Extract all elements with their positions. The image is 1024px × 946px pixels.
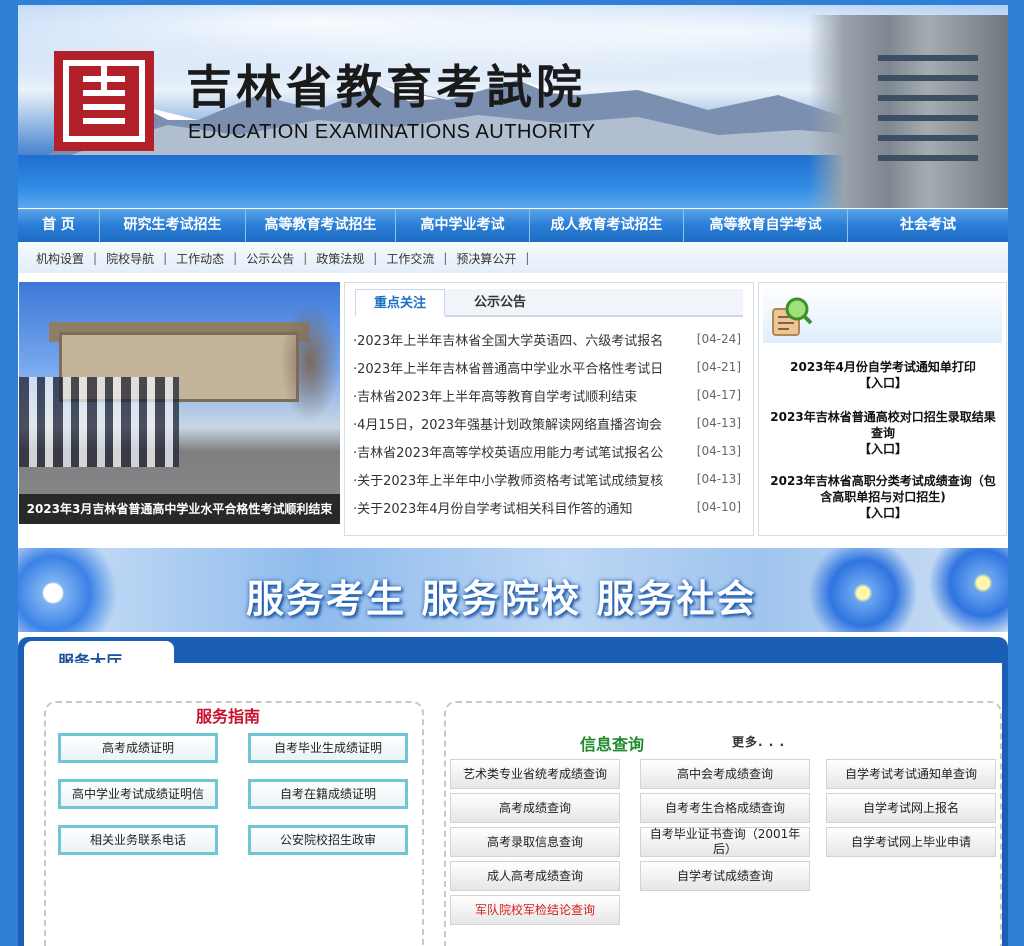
info-query-title: 信息查询 [580, 735, 645, 754]
subnav-item-org[interactable]: 机构设置 [36, 250, 84, 267]
news-tabs: 重点关注 公示公告 [355, 289, 743, 317]
subnav-separator: | [233, 251, 238, 265]
more-link[interactable]: 更多. . . [732, 733, 785, 750]
query-button[interactable]: 艺术类专业省统考成绩查询 [450, 759, 620, 789]
subnav-separator: | [93, 251, 98, 265]
site-title: 吉林省教育考試院 [186, 60, 586, 114]
nav-higher-ed-exam[interactable]: 高等教育考试招生 [246, 209, 396, 242]
seal-logo-icon[interactable] [54, 51, 154, 151]
service-guide-title: 服务指南 [196, 707, 261, 726]
guide-button[interactable]: 高中学业考试成绩证明信 [58, 779, 218, 809]
news-item[interactable]: ·4月15日，2023年强基计划政策解读网络直播咨询会 [04-13] [353, 409, 751, 437]
query-button[interactable]: 高考成绩查询 [450, 793, 620, 823]
nav-home[interactable]: 首 页 [18, 209, 100, 242]
query-button[interactable]: 自考考生合格成绩查询 [640, 793, 810, 823]
entry-link[interactable]: 【入口】 [765, 505, 1001, 521]
subnav-separator: | [303, 251, 308, 265]
entry-link[interactable]: 【入口】 [765, 441, 1001, 457]
news-item[interactable]: ·2023年上半年吉林省普通高中学业水平合格性考试日 [04-21] [353, 353, 751, 381]
nav-social-exam[interactable]: 社会考试 [848, 209, 1008, 242]
query-button[interactable]: 自学考试网上毕业申请 [826, 827, 996, 857]
flower-decoration [18, 548, 118, 632]
subnav-item-news[interactable]: 工作动态 [176, 250, 224, 267]
subnav-separator: | [525, 251, 530, 265]
subnav-separator: | [163, 251, 168, 265]
flower-decoration [928, 548, 1008, 632]
quick-link-item[interactable]: 2023年吉林省高职分类考试成绩查询（包含高职单招与对口招生) 【入口】 [765, 473, 1001, 521]
query-button[interactable]: 自学考试网上报名 [826, 793, 996, 823]
featured-photo[interactable]: 2023年3月吉林省普通高中学业水平合格性考试顺利结束 [19, 282, 340, 524]
news-list: ·2023年上半年吉林省全国大学英语四、六级考试报名 [04-24] ·2023年… [353, 325, 751, 521]
query-button[interactable]: 自考毕业证书查询（2001年后） [640, 827, 810, 857]
query-button[interactable]: 自学考试成绩查询 [640, 861, 810, 891]
news-item[interactable]: ·吉林省2023年上半年高等教育自学考试顺利结束 [04-17] [353, 381, 751, 409]
guide-button[interactable]: 自考毕业生成绩证明 [248, 733, 408, 763]
main-nav: 首 页 研究生考试招生 高等教育考试招生 高中学业考试 成人教育考试招生 高等教… [18, 209, 1008, 242]
subnav-item-policy[interactable]: 政策法规 [316, 250, 364, 267]
tab-notices[interactable]: 公示公告 [455, 289, 545, 317]
tab-focus[interactable]: 重点关注 [355, 289, 445, 317]
nav-high-school-exam[interactable]: 高中学业考试 [396, 209, 530, 242]
site-subtitle: EDUCATION EXAMINATIONS AUTHORITY [188, 121, 596, 143]
quick-links-header [763, 287, 1002, 343]
subnav-item-exchange[interactable]: 工作交流 [386, 250, 434, 267]
magnifier-document-icon [772, 297, 813, 336]
subnav-item-budget[interactable]: 预决算公开 [456, 250, 516, 267]
quick-link-item[interactable]: 2023年4月份自学考试通知单打印 【入口】 [765, 359, 1001, 391]
nav-adult-ed-exam[interactable]: 成人教育考试招生 [530, 209, 684, 242]
sub-nav: 机构设置 | 院校导航 | 工作动态 | 公示公告 | 政策法规 | 工作交流 … [18, 243, 1008, 273]
subnav-separator: | [373, 251, 378, 265]
subnav-item-schools[interactable]: 院校导航 [106, 250, 154, 267]
guide-button[interactable]: 公安院校招生政审 [248, 825, 408, 855]
guide-button[interactable]: 高考成绩证明 [58, 733, 218, 763]
photo-caption[interactable]: 2023年3月吉林省普通高中学业水平合格性考试顺利结束 [19, 494, 340, 524]
news-item[interactable]: ·2023年上半年吉林省全国大学英语四、六级考试报名 [04-24] [353, 325, 751, 353]
news-panel: 重点关注 公示公告 ·2023年上半年吉林省全国大学英语四、六级考试报名 [04-… [344, 282, 754, 536]
news-item[interactable]: ·吉林省2023年高等学校英语应用能力考试笔试报名公 [04-13] [353, 437, 751, 465]
nav-self-study-exam[interactable]: 高等教育自学考试 [684, 209, 848, 242]
guide-button[interactable]: 相关业务联系电话 [58, 825, 218, 855]
service-guide-box: 服务指南 高考成绩证明 自考毕业生成绩证明 高中学业考试成绩证明信 自考在籍成绩… [44, 701, 424, 946]
query-button[interactable]: 成人高考成绩查询 [450, 861, 620, 891]
info-query-box: 信息查询 更多. . . 艺术类专业省统考成绩查询 高中会考成绩查询 自学考试考… [444, 701, 1002, 946]
query-button[interactable]: 自学考试考试通知单查询 [826, 759, 996, 789]
flower-decoration [808, 548, 918, 632]
quick-links-panel: 2023年4月份自学考试通知单打印 【入口】 2023年吉林省普通高校对口招生录… [758, 282, 1007, 536]
header-banner: 吉林省教育考試院 EDUCATION EXAMINATIONS AUTHORIT… [18, 5, 1008, 208]
news-item[interactable]: ·关于2023年上半年中小学教师资格考试笔试成绩复核 [04-13] [353, 465, 751, 493]
query-button[interactable]: 高中会考成绩查询 [640, 759, 810, 789]
news-item[interactable]: ·关于2023年4月份自学考试相关科目作答的通知 [04-10] [353, 493, 751, 521]
service-hall: 服务大厅 服务指南 高考成绩证明 自考毕业生成绩证明 高中学业考试成绩证明信 自… [18, 637, 1008, 946]
entry-link[interactable]: 【入口】 [765, 375, 1001, 391]
quick-link-item[interactable]: 2023年吉林省普通高校对口招生录取结果查询 【入口】 [765, 409, 1001, 457]
query-button[interactable]: 高考录取信息查询 [450, 827, 620, 857]
slogan-banner: 服务考生 服务院校 服务社会 [18, 548, 1008, 632]
subnav-item-notices[interactable]: 公示公告 [246, 250, 294, 267]
slogan-text: 服务考生 服务院校 服务社会 [246, 577, 757, 621]
nav-graduate-exam[interactable]: 研究生考试招生 [100, 209, 246, 242]
guide-button[interactable]: 自考在籍成绩证明 [248, 779, 408, 809]
query-button[interactable]: 军队院校军检结论查询 [450, 895, 620, 925]
subnav-separator: | [443, 251, 448, 265]
building-illustration [808, 15, 1008, 208]
page: 吉林省教育考試院 EDUCATION EXAMINATIONS AUTHORIT… [18, 5, 1008, 946]
